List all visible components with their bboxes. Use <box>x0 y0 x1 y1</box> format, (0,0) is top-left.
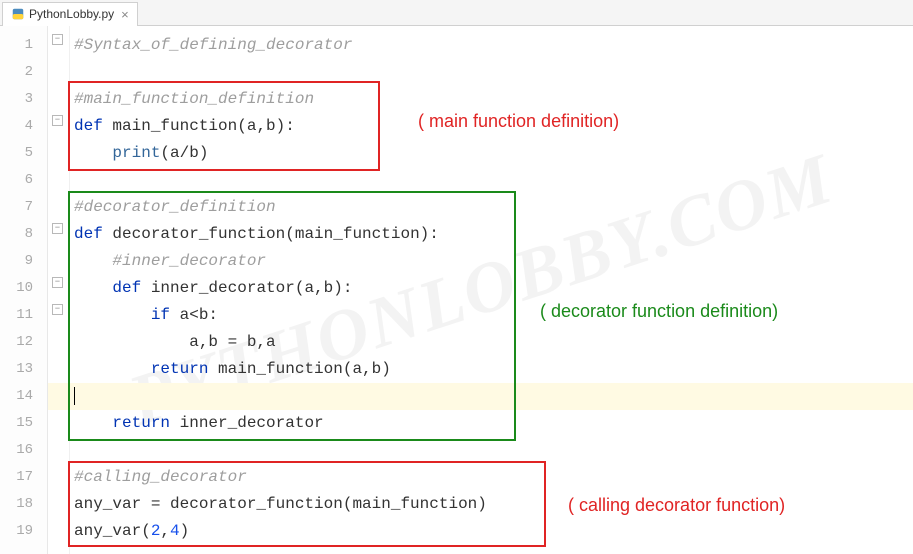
code-line: #main_function_definition <box>48 86 913 113</box>
code-line: any_var(2,4) <box>48 518 913 545</box>
code-line: def inner_decorator(a,b): <box>48 275 913 302</box>
code-area[interactable]: − − − − − PYTHONLOBBY.COM #Syntax_of_def… <box>48 26 913 554</box>
line-number-gutter: 12345678910111213141516171819 <box>0 26 48 554</box>
code-line: def decorator_function(main_function): <box>48 221 913 248</box>
text-cursor <box>74 387 75 405</box>
code-line: def main_function(a,b): <box>48 113 913 140</box>
code-line: if a<b: <box>48 302 913 329</box>
code-line: #Syntax_of_defining_decorator <box>48 32 913 59</box>
code-line-active <box>48 383 913 410</box>
code-line: #inner_decorator <box>48 248 913 275</box>
code-line: print(a/b) <box>48 140 913 167</box>
code-line: any_var = decorator_function(main_functi… <box>48 491 913 518</box>
tab-filename: PythonLobby.py <box>29 7 114 21</box>
code-line: #calling_decorator <box>48 464 913 491</box>
code-line: #decorator_definition <box>48 194 913 221</box>
python-file-icon <box>11 7 25 21</box>
editor: 12345678910111213141516171819 − − − − − … <box>0 26 913 554</box>
code-line <box>48 437 913 464</box>
close-icon[interactable]: × <box>121 7 129 22</box>
tab-bar: PythonLobby.py × <box>0 0 913 26</box>
code-line <box>48 59 913 86</box>
code-line <box>48 167 913 194</box>
code-line: return inner_decorator <box>48 410 913 437</box>
file-tab[interactable]: PythonLobby.py × <box>2 2 138 26</box>
code-line: a,b = b,a <box>48 329 913 356</box>
code-line: return main_function(a,b) <box>48 356 913 383</box>
